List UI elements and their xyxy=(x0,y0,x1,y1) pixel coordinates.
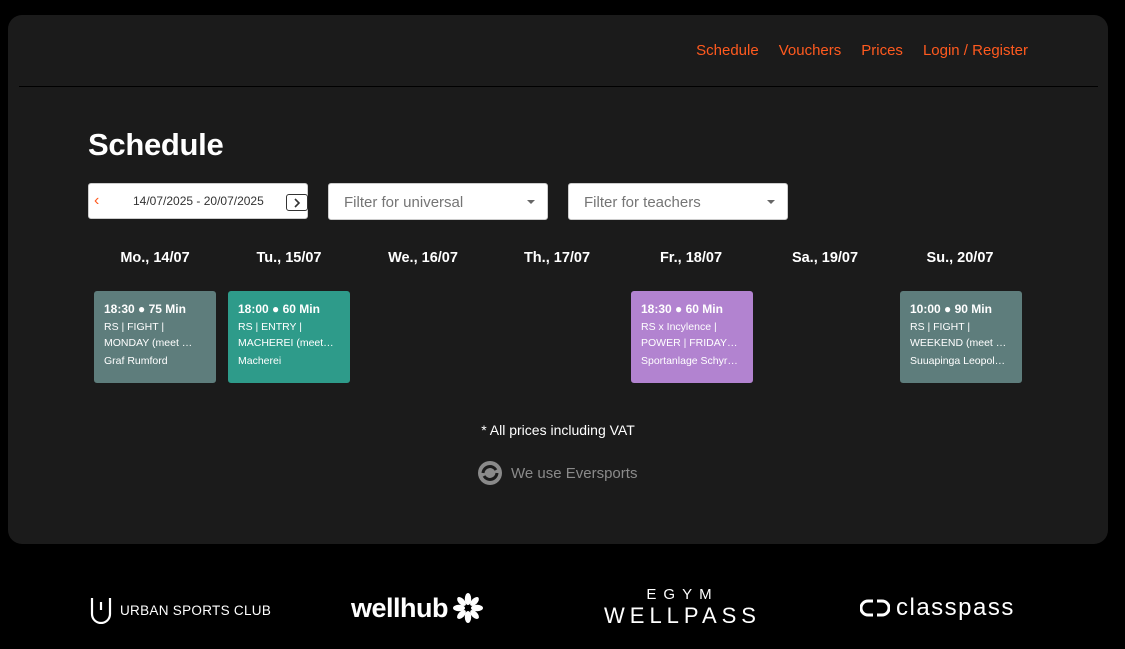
wellpass-label: WELLPASS xyxy=(604,603,761,628)
partner-logos: URBAN SPORTS CLUB wellhub EGYM WELLPASS xyxy=(0,578,1125,642)
day-header-tue: Tu., 15/07 xyxy=(256,250,322,266)
usc-label: URBAN SPORTS CLUB xyxy=(120,602,272,618)
event-card[interactable]: 18:00 ● 60 Min RS | ENTRY | MACHEREI (me… xyxy=(228,291,350,383)
egym-wellpass-logo: EGYM WELLPASS xyxy=(604,586,761,629)
event-title: RS | ENTRY | MACHEREI (meet… xyxy=(238,321,334,349)
caret-down-icon xyxy=(527,200,535,204)
wellhub-flower-icon xyxy=(453,593,483,623)
event-card[interactable]: 10:00 ● 90 Min RS | FIGHT | WEEKEND (mee… xyxy=(900,291,1022,383)
top-nav: Schedule Vouchers Prices Login / Registe… xyxy=(696,42,1028,59)
event-title: RS x Incylence | POWER | FRIDAY… xyxy=(641,321,738,349)
classpass-label: classpass xyxy=(896,594,1015,621)
wellhub-label: wellhub xyxy=(351,592,449,623)
event-location: Sportanlage Schyr… xyxy=(641,355,738,367)
event-time: 18:30 ● 75 Min xyxy=(104,302,186,316)
event-location: Graf Rumford xyxy=(104,355,168,367)
event-location: Suuapinga Leopol… xyxy=(910,355,1006,367)
date-range-picker[interactable]: ‹ 14/07/2025 - 20/07/2025 xyxy=(88,183,308,219)
classpass-link-icon xyxy=(860,599,890,617)
wellhub-logo: wellhub xyxy=(351,592,484,624)
page-title: Schedule xyxy=(88,127,224,162)
eversports-logo-icon xyxy=(478,461,502,485)
egym-label: EGYM xyxy=(646,586,719,603)
next-week-button[interactable] xyxy=(286,194,308,211)
universal-filter-select[interactable]: Filter for universal xyxy=(328,183,548,220)
teachers-filter-select[interactable]: Filter for teachers xyxy=(568,183,788,220)
caret-down-icon xyxy=(767,200,775,204)
eversports-link[interactable]: We use Eversports xyxy=(477,460,637,486)
event-time: 18:30 ● 60 Min xyxy=(641,302,723,316)
nav-vouchers[interactable]: Vouchers xyxy=(779,42,842,59)
usc-shield-icon xyxy=(90,598,112,624)
nav-divider xyxy=(19,86,1098,87)
day-header-thu: Th., 17/07 xyxy=(523,250,591,266)
day-header-fri: Fr., 18/07 xyxy=(659,250,723,266)
nav-schedule[interactable]: Schedule xyxy=(696,42,759,59)
day-header-mon: Mo., 14/07 xyxy=(120,250,190,266)
nav-prices[interactable]: Prices xyxy=(861,42,903,59)
event-time: 18:00 ● 60 Min xyxy=(238,302,320,316)
eversports-label: We use Eversports xyxy=(511,464,638,482)
day-header-sat: Sa., 19/07 xyxy=(791,250,859,266)
chevron-right-icon xyxy=(294,197,301,208)
event-title: RS | FIGHT | MONDAY (meet … xyxy=(104,321,193,349)
classpass-logo: classpass xyxy=(860,594,1015,622)
event-card[interactable]: 18:30 ● 60 Min RS x Incylence | POWER | … xyxy=(631,291,753,383)
universal-filter-placeholder: Filter for universal xyxy=(344,194,464,211)
nav-login-register[interactable]: Login / Register xyxy=(923,42,1028,59)
day-header-wed: We., 16/07 xyxy=(388,250,458,266)
event-location: Macherei xyxy=(238,355,282,367)
day-header-sun: Su., 20/07 xyxy=(926,250,994,266)
urban-sports-club-logo: URBAN SPORTS CLUB xyxy=(90,596,271,624)
event-time: 10:00 ● 90 Min xyxy=(910,302,992,316)
date-range-label: 14/07/2025 - 20/07/2025 xyxy=(133,194,264,208)
event-card[interactable]: 18:30 ● 75 Min RS | FIGHT | MONDAY (meet… xyxy=(94,291,216,383)
chevron-left-icon[interactable]: ‹ xyxy=(94,193,106,209)
event-title: RS | FIGHT | WEEKEND (meet … xyxy=(910,321,1007,349)
teachers-filter-placeholder: Filter for teachers xyxy=(584,194,701,211)
vat-note: * All prices including VAT xyxy=(481,422,635,438)
